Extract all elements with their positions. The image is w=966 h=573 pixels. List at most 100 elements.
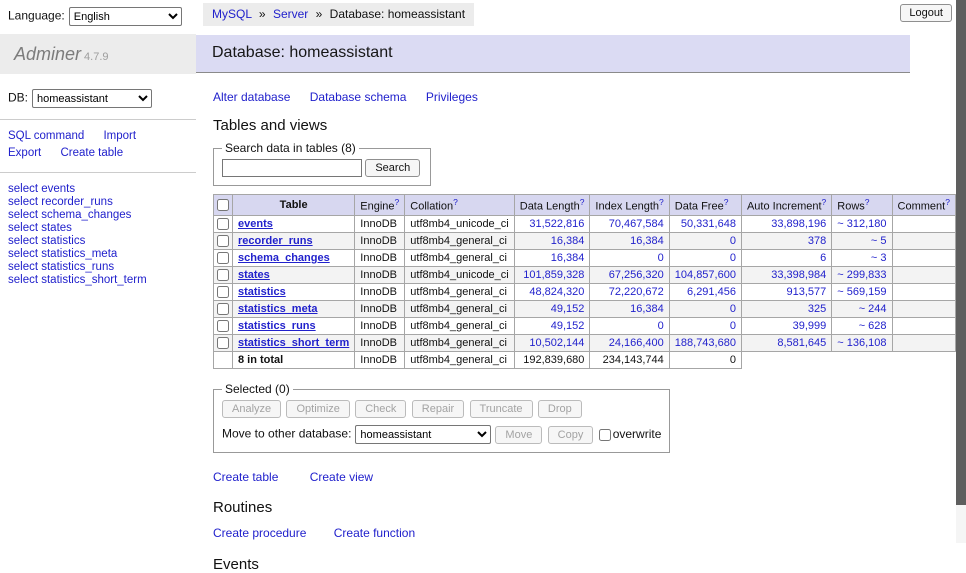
data-length-value[interactable]: 48,824,320: [514, 284, 590, 301]
rows-value[interactable]: ~ 299,833: [832, 266, 892, 283]
auto-increment-value[interactable]: 39,999: [741, 318, 831, 335]
row-checkbox[interactable]: [217, 218, 229, 230]
table-link-recorder-runs[interactable]: recorder_runs: [238, 235, 313, 247]
data-free-value[interactable]: 0: [669, 318, 741, 335]
auto-increment-value[interactable]: 378: [741, 232, 831, 249]
row-checkbox[interactable]: [217, 286, 229, 298]
check-button[interactable]: Check: [355, 400, 406, 418]
data-free-value[interactable]: 0: [669, 232, 741, 249]
auto-increment-value[interactable]: 8,581,645: [741, 335, 831, 352]
help-link[interactable]: ?: [453, 197, 458, 207]
overwrite-checkbox[interactable]: [599, 429, 611, 441]
table-link-statistics-runs[interactable]: statistics_runs: [238, 320, 316, 332]
copy-button[interactable]: Copy: [548, 426, 594, 444]
index-length-value[interactable]: 70,467,584: [590, 215, 669, 232]
breadcrumb-mysql-link[interactable]: MySQL: [212, 7, 252, 21]
data-free-value[interactable]: 0: [669, 249, 741, 266]
sidebar-select-recorder-runs[interactable]: select recorder_runs: [8, 196, 188, 209]
rows-value[interactable]: ~ 312,180: [832, 215, 892, 232]
sidebar-select-statistics-short-term[interactable]: select statistics_short_term: [8, 274, 188, 287]
auto-increment-value[interactable]: 6: [741, 249, 831, 266]
help-link[interactable]: ?: [395, 197, 400, 207]
scrollbar-thumb[interactable]: [956, 0, 966, 505]
alter-database-link[interactable]: Alter database: [213, 90, 290, 104]
help-link[interactable]: ?: [659, 197, 664, 207]
sidebar-link-import[interactable]: Import: [103, 130, 136, 142]
rows-value[interactable]: ~ 244: [832, 301, 892, 318]
index-length-value[interactable]: 16,384: [590, 232, 669, 249]
index-length-value[interactable]: 0: [590, 249, 669, 266]
app-logo[interactable]: Adminer: [14, 44, 81, 64]
rows-value[interactable]: ~ 628: [832, 318, 892, 335]
data-length-value[interactable]: 31,522,816: [514, 215, 590, 232]
sidebar-select-events[interactable]: select events: [8, 183, 188, 196]
repair-button[interactable]: Repair: [412, 400, 464, 418]
table-link-schema-changes[interactable]: schema_changes: [238, 252, 330, 264]
table-link-states[interactable]: states: [238, 269, 270, 281]
data-free-value[interactable]: 188,743,680: [669, 335, 741, 352]
data-length-value[interactable]: 10,502,144: [514, 335, 590, 352]
sidebar-select-schema-changes[interactable]: select schema_changes: [8, 209, 188, 222]
row-checkbox[interactable]: [217, 252, 229, 264]
data-length-value[interactable]: 16,384: [514, 232, 590, 249]
data-length-value[interactable]: 49,152: [514, 318, 590, 335]
rows-value[interactable]: ~ 569,159: [832, 284, 892, 301]
data-length-value[interactable]: 101,859,328: [514, 266, 590, 283]
logout-button[interactable]: Logout: [900, 4, 952, 22]
create-function-link[interactable]: Create function: [334, 526, 415, 540]
help-link[interactable]: ?: [865, 197, 870, 207]
sidebar-select-statistics-meta[interactable]: select statistics_meta: [8, 248, 188, 261]
help-link[interactable]: ?: [822, 197, 827, 207]
vertical-scrollbar[interactable]: [956, 0, 966, 543]
help-link[interactable]: ?: [945, 197, 950, 207]
data-free-value[interactable]: 50,331,648: [669, 215, 741, 232]
analyze-button[interactable]: Analyze: [222, 400, 281, 418]
optimize-button[interactable]: Optimize: [286, 400, 349, 418]
index-length-value[interactable]: 72,220,672: [590, 284, 669, 301]
select-all-checkbox[interactable]: [217, 199, 229, 211]
row-checkbox[interactable]: [217, 337, 229, 349]
index-length-value[interactable]: 16,384: [590, 301, 669, 318]
move-database-select[interactable]: homeassistant: [355, 425, 491, 444]
data-free-value[interactable]: 6,291,456: [669, 284, 741, 301]
create-procedure-link[interactable]: Create procedure: [213, 526, 306, 540]
help-link[interactable]: ?: [724, 197, 729, 207]
row-checkbox[interactable]: [217, 269, 229, 281]
table-link-statistics[interactable]: statistics: [238, 286, 286, 298]
sidebar-link-create-table[interactable]: Create table: [60, 147, 123, 159]
auto-increment-value[interactable]: 33,898,196: [741, 215, 831, 232]
data-free-value[interactable]: 104,857,600: [669, 266, 741, 283]
sidebar-select-statistics-runs[interactable]: select statistics_runs: [8, 261, 188, 274]
language-select[interactable]: English: [69, 7, 182, 26]
rows-value[interactable]: ~ 3: [832, 249, 892, 266]
auto-increment-value[interactable]: 33,398,984: [741, 266, 831, 283]
rows-value[interactable]: ~ 5: [832, 232, 892, 249]
row-checkbox[interactable]: [217, 320, 229, 332]
data-length-value[interactable]: 49,152: [514, 301, 590, 318]
index-length-value[interactable]: 0: [590, 318, 669, 335]
sidebar-select-statistics[interactable]: select statistics: [8, 235, 188, 248]
index-length-value[interactable]: 24,166,400: [590, 335, 669, 352]
create-table-link[interactable]: Create table: [213, 470, 278, 484]
row-checkbox[interactable]: [217, 235, 229, 247]
table-link-events[interactable]: events: [238, 218, 273, 230]
privileges-link[interactable]: Privileges: [426, 90, 478, 104]
table-link-statistics-short-term[interactable]: statistics_short_term: [238, 337, 349, 349]
database-schema-link[interactable]: Database schema: [310, 90, 407, 104]
create-view-link[interactable]: Create view: [310, 470, 373, 484]
auto-increment-value[interactable]: 913,577: [741, 284, 831, 301]
move-button[interactable]: Move: [495, 426, 542, 444]
sidebar-select-states[interactable]: select states: [8, 222, 188, 235]
help-link[interactable]: ?: [580, 197, 585, 207]
breadcrumb-server-link[interactable]: Server: [273, 7, 308, 21]
index-length-value[interactable]: 67,256,320: [590, 266, 669, 283]
db-select[interactable]: homeassistant: [32, 89, 152, 108]
table-link-statistics-meta[interactable]: statistics_meta: [238, 303, 318, 315]
search-input[interactable]: [222, 159, 362, 177]
sidebar-link-export[interactable]: Export: [8, 147, 41, 159]
truncate-button[interactable]: Truncate: [470, 400, 533, 418]
data-free-value[interactable]: 0: [669, 301, 741, 318]
row-checkbox[interactable]: [217, 303, 229, 315]
drop-button[interactable]: Drop: [538, 400, 582, 418]
search-button[interactable]: Search: [365, 159, 420, 177]
